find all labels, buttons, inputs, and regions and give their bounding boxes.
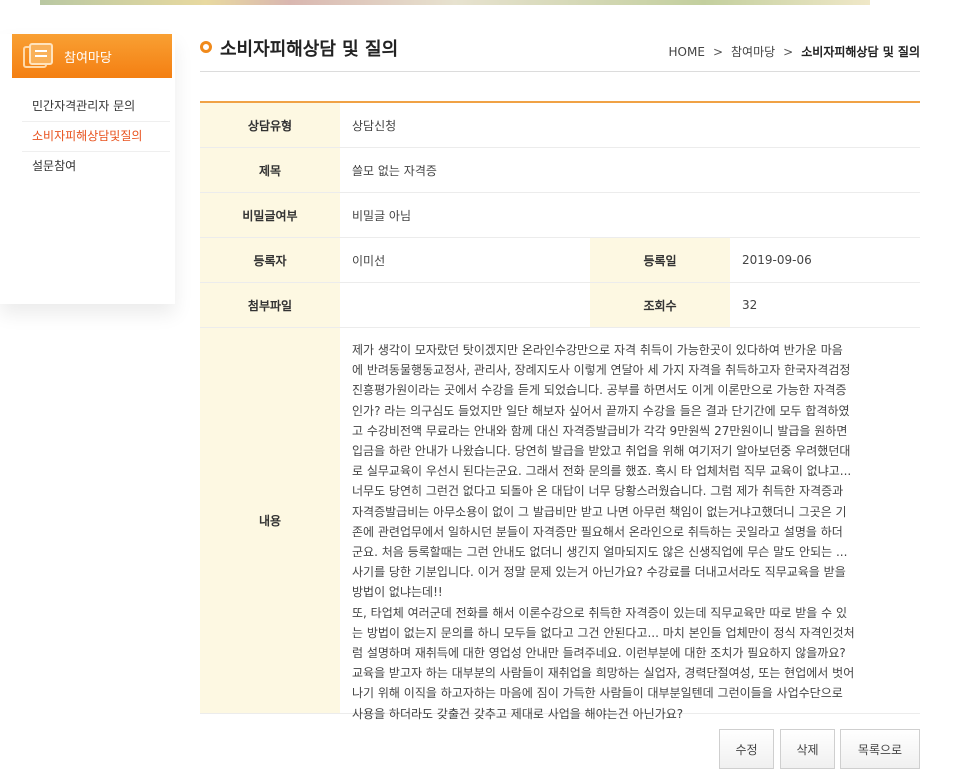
content-line: 에 반려동물행동교정사, 관리사, 장례지도사 이렇게 연달아 세 가지 자격을… (352, 363, 851, 378)
secret-label: 비밀글여부 (200, 193, 340, 237)
table-row: 비밀글여부 비밀글 아님 (200, 193, 920, 238)
sidebar-title: 참여마당 (64, 51, 112, 66)
secret-value: 비밀글 아님 (352, 208, 412, 223)
sidebar: 참여마당 민간자격관리자 문의 소비자피해상담및질의 설문참여 (0, 34, 175, 304)
attachment-label: 첨부파일 (200, 283, 340, 327)
header-divider (200, 71, 920, 72)
content-line: 나기 위해 이직을 하고자하는 마음에 짐이 가득한 사람들이 대부분일텐데 그… (352, 686, 843, 701)
post-detail-table: 상담유형 상담신청 제목 쓸모 없는 자격증 비밀글여부 비밀글 아님 등록자 … (200, 101, 920, 721)
breadcrumb-home[interactable]: HOME (669, 45, 705, 59)
content-body: 제가 생각이 모자랐던 탓이겠지만 온라인수강만으로 자격 취득이 가능한곳이 … (340, 328, 920, 721)
table-row: 상담유형 상담신청 (200, 103, 920, 148)
content-label: 내용 (200, 328, 340, 713)
content-line: 제가 생각이 모자랐던 탓이겠지만 온라인수강만으로 자격 취득이 가능한곳이 … (352, 343, 843, 357)
sidebar-menu: 민간자격관리자 문의 소비자피해상담및질의 설문참여 (22, 92, 170, 182)
sidebar-item-private-license-inquiry[interactable]: 민간자격관리자 문의 (22, 92, 170, 122)
content-line: 사용을 하더라도 갖출건 갖추고 제대로 사업을 해야는건 아닌가요? (352, 706, 684, 721)
type-label: 상담유형 (200, 103, 340, 147)
table-row: 제목 쓸모 없는 자격증 (200, 148, 920, 193)
list-button[interactable]: 목록으로 (840, 729, 920, 769)
delete-button[interactable]: 삭제 (780, 729, 835, 769)
views-value: 32 (742, 298, 758, 312)
content-line: 진흥평가원이라는 곳에서 수강을 듣게 되었습니다. 공부를 하면서도 이게 이… (352, 383, 847, 398)
content-line: 자격증발급비는 아무소용이 없이 그 발급비만 받고 나면 아무런 책임이 없는… (352, 504, 847, 519)
breadcrumb-participation[interactable]: 참여마당 (731, 45, 775, 59)
table-row: 첨부파일 조회수 32 (200, 283, 920, 328)
content-line: 군요. 처음 등록할때는 그런 안내도 없더니 생긴지 얼마되지도 않은 신생직… (352, 545, 848, 560)
content-line: 인가? 라는 의구심도 들었지만 일단 해보자 싶어서 끝까지 수강을 들은 결… (352, 403, 850, 418)
content-line: 입금을 하란 안내가 나왔습니다. 당연히 발급을 받았고 취업을 위해 여기저… (352, 444, 851, 459)
subject-label: 제목 (200, 148, 340, 192)
table-row: 등록자 이미선 등록일 2019-09-06 (200, 238, 920, 283)
author-value: 이미선 (352, 253, 386, 268)
top-banner-image (40, 0, 870, 5)
content-line: 는 방법이 없는지 문의를 하니 모두들 없다고 그건 안된다고... 마치 본… (352, 625, 855, 640)
date-value: 2019-09-06 (742, 253, 812, 267)
content-line: 럼 설명하며 재취득에 대한 영업성 안내만 들려주네요. 이런부분에 대한 조… (352, 646, 846, 661)
breadcrumb: HOME > 참여마당 > 소비자피해상담 및 질의 (669, 43, 920, 60)
sidebar-header: 참여마당 (12, 34, 172, 78)
content-line: 로 실무교육이 우선시 된다는군요. 그래서 전화 문의를 했죠. 혹시 타 업… (352, 464, 852, 479)
content-line: 고 수강비전액 무료라는 안내와 함께 대신 자격증발급비가 각각 9만원씩 2… (352, 423, 848, 438)
table-row: 내용 제가 생각이 모자랐던 탓이겠지만 온라인수강만으로 자격 취득이 가능한… (200, 328, 920, 721)
chevron-right-icon: > (712, 45, 723, 59)
attachment-value[interactable] (340, 283, 590, 327)
views-label: 조회수 (590, 283, 730, 327)
circle-bullet-icon (200, 41, 212, 53)
content-line: 너무도 당연히 그런건 없다고 되돌아 온 대답이 너무 당황스러웠습니다. 그… (352, 484, 844, 499)
edit-button[interactable]: 수정 (719, 729, 774, 769)
date-label: 등록일 (590, 238, 730, 282)
content-line: 또, 타업체 여러군데 전화를 해서 이론수강으로 취득한 자격증이 있는데 직… (352, 605, 848, 620)
breadcrumb-current: 소비자피해상담 및 질의 (801, 45, 920, 59)
author-label: 등록자 (200, 238, 340, 282)
type-value: 상담신청 (352, 118, 397, 133)
page-title: 소비자피해상담 및 질의 (220, 39, 399, 60)
notebook-icon (23, 43, 53, 68)
content-line: 방법이 없냐는데!! (352, 585, 443, 600)
content-line: 교육을 받고자 하는 대부분의 사람들이 재취업을 희망하는 실업자, 경력단절… (352, 666, 855, 681)
sidebar-item-survey[interactable]: 설문참여 (22, 152, 170, 182)
content-line: 존에 관련업무에서 일하시던 분들이 자격증만 필요해서 온라인으로 취득하는 … (352, 524, 843, 539)
chevron-right-icon: > (783, 45, 794, 59)
subject-value: 쓸모 없는 자격증 (352, 163, 437, 178)
content-text: 제가 생각이 모자랐던 탓이겠지만 온라인수강만으로 자격 취득이 가능한곳이 … (352, 340, 855, 724)
content-line: 사기를 당한 기분입니다. 이거 정말 문제 있는거 아닌가요? 수강료를 더내… (352, 565, 846, 580)
sidebar-item-consumer-damage[interactable]: 소비자피해상담및질의 (22, 122, 170, 152)
